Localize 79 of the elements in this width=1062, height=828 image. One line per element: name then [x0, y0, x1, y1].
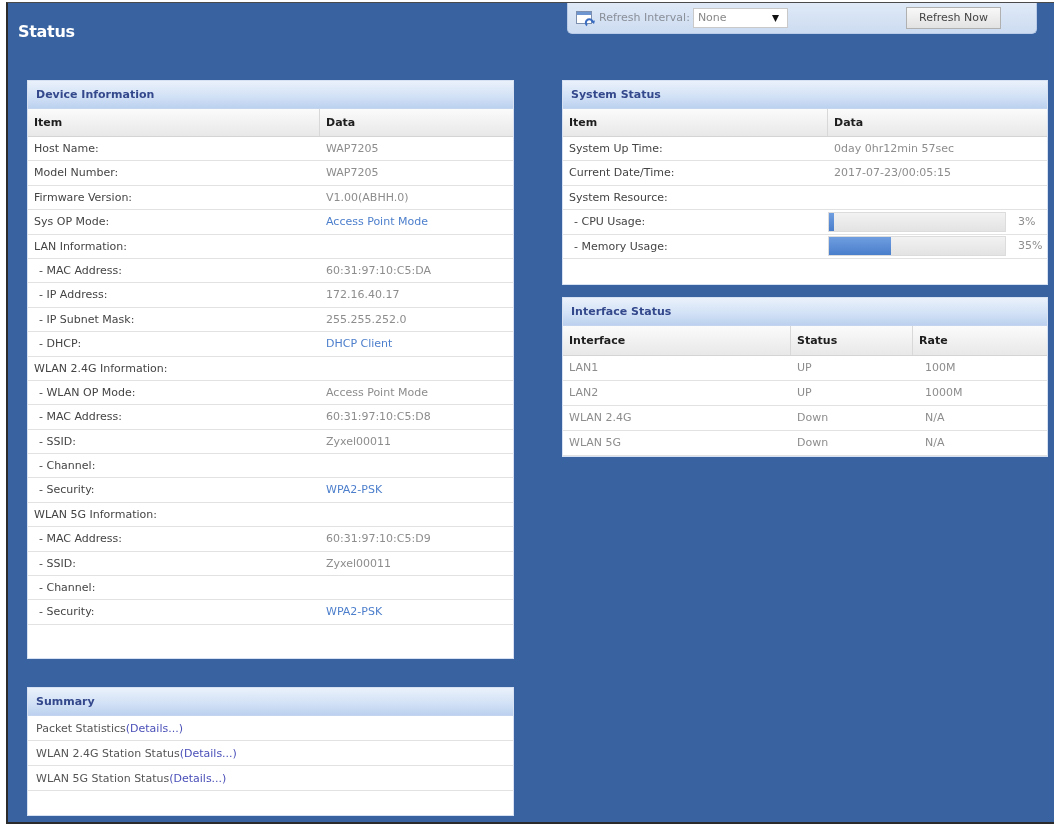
- refresh-icon: [576, 9, 595, 27]
- table-cell-text: UP: [796, 359, 813, 376]
- table-cell-text: WLAN 2.4G: [568, 409, 633, 426]
- table-cell-text: - IP Subnet Mask:: [38, 311, 136, 328]
- interval-label: Refresh Interval:: [599, 9, 690, 26]
- details-link[interactable]: (Details...): [169, 771, 227, 785]
- table-cell-text: N/A: [924, 409, 946, 426]
- table-cell-text: 60:31:97:10:C5:D9: [325, 531, 432, 548]
- table-cell-text: LAN2: [568, 384, 600, 401]
- usage-reading: 3%: [1018, 213, 1036, 230]
- table-cell-text: - Channel:: [38, 458, 97, 475]
- table-cell-text: - Security:: [38, 482, 96, 499]
- table-cell-text: N/A: [924, 434, 946, 451]
- column-header: Interface: [563, 325, 791, 355]
- table-cell-text: - IP Address:: [38, 287, 109, 304]
- table-cell-text: 0day 0hr12min 57sec: [833, 141, 955, 157]
- caret-icon: [771, 14, 779, 22]
- table-cell-text: Current Date/Time:: [568, 165, 676, 182]
- table-cell-text: Zyxel00011: [325, 555, 393, 572]
- column-header: Data: [325, 115, 357, 131]
- column-header: Item: [563, 109, 828, 136]
- table-cell-text: - DHCP:: [38, 336, 83, 353]
- details-link[interactable]: (Details...): [125, 721, 183, 735]
- table-cell-text: WLAN 5G Information:: [33, 506, 158, 523]
- table-cell-text: 2017-07-23/00:05:15: [833, 165, 953, 182]
- panel-header: Device Information: [28, 81, 513, 109]
- table-cell-text: WLAN 2.4G Information:: [33, 360, 169, 377]
- page-title: Status: [18, 21, 75, 43]
- panel-header: Interface Status: [563, 297, 1047, 326]
- table-cell-text: - Memory Usage:: [573, 238, 669, 255]
- table-cell-text: 1000M: [924, 384, 964, 401]
- table-cell-text: System Up Time:: [568, 141, 664, 157]
- table-cell-text: WAP7205: [325, 141, 380, 157]
- table-cell-text: WAP7205: [325, 165, 380, 182]
- table-cell-text: - MAC Address:: [38, 409, 123, 426]
- table-cell-text: Down: [796, 434, 830, 451]
- table-cell-text: 172.16.40.17: [325, 287, 401, 304]
- column-header: Item: [28, 109, 320, 136]
- table-cell-text: Down: [796, 409, 830, 426]
- table-cell-text: LAN Information:: [33, 238, 128, 255]
- table-cell-text: - Channel:: [38, 580, 97, 597]
- table-cell-text: WLAN 5G: [568, 434, 623, 451]
- table-cell-text: 60:31:97:10:C5:D8: [325, 409, 432, 426]
- data-link[interactable]: WPA2-PSK: [320, 600, 513, 624]
- summary-item: WLAN 5G Station Status(Details...): [28, 765, 513, 791]
- interval-dropdown[interactable]: None: [692, 8, 788, 28]
- table-cell-text: - MAC Address:: [38, 531, 123, 548]
- table-cell-text: - Security:: [38, 604, 96, 621]
- table-cell-text: LAN1: [568, 359, 600, 376]
- refresh-button[interactable]: Refresh Now: [906, 7, 1001, 29]
- column-header: Data: [833, 115, 865, 131]
- column-header: Rate: [918, 332, 949, 349]
- table-cell-text: 255.255.252.0: [325, 311, 408, 328]
- table-cell-text: System Resource:: [568, 189, 669, 206]
- table-cell-text: - SSID:: [38, 555, 77, 572]
- table-cell-text: - MAC Address:: [38, 262, 123, 279]
- column-header: Status: [791, 325, 913, 355]
- table-cell-text: UP: [796, 384, 813, 401]
- table-cell-text: 60:31:97:10:C5:DA: [325, 262, 432, 279]
- data-link[interactable]: WPA2-PSK: [320, 478, 513, 502]
- table-cell-text: V1.00(ABHH.0): [325, 189, 410, 206]
- panel-header: Summary: [28, 687, 513, 716]
- summary-item: WLAN 2.4G Station Status(Details...): [28, 740, 513, 766]
- summary-item: Packet Statistics(Details...): [28, 715, 513, 741]
- table-cell-text: - WLAN OP Mode:: [38, 384, 137, 401]
- usage-reading: 35%: [1018, 238, 1043, 254]
- table-cell-text: Firmware Version:: [33, 189, 134, 206]
- table-cell-text: - SSID:: [38, 433, 77, 450]
- table-cell-text: Access Point Mode: [325, 384, 429, 401]
- data-link[interactable]: Access Point Mode: [320, 210, 513, 234]
- table-cell-text: Sys OP Mode:: [33, 214, 111, 231]
- data-link[interactable]: DHCP Client: [320, 332, 513, 356]
- table-cell-text: Host Name:: [33, 141, 100, 157]
- table-cell-text: 100M: [924, 359, 957, 376]
- table-cell-text: Zyxel00011: [325, 433, 393, 450]
- table-cell-text: Model Number:: [33, 165, 120, 182]
- table-cell-text: - CPU Usage:: [573, 214, 647, 231]
- panel-header: System Status: [563, 81, 1047, 109]
- details-link[interactable]: (Details...): [179, 746, 237, 760]
